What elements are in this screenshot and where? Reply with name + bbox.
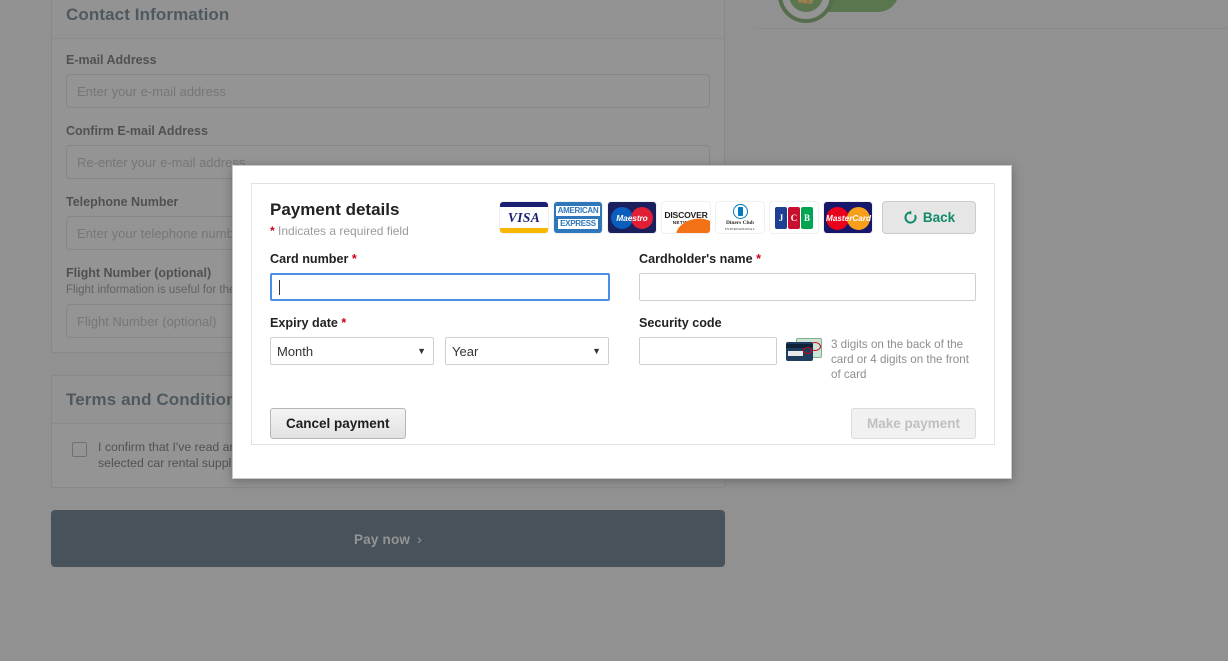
chevron-down-icon: ▼ <box>417 346 426 356</box>
card-number-input[interactable] <box>270 273 610 301</box>
expiry-select-group: Month ▼ Year ▼ <box>270 337 610 365</box>
expiry-date-required-asterisk: * <box>341 316 347 330</box>
mastercard-wordmark: MasterCard <box>826 213 872 223</box>
expiry-month-select[interactable]: Month ▼ <box>270 337 434 365</box>
payment-fields-row-2: Expiry date * Month ▼ Year ▼ Security co… <box>270 316 976 382</box>
american-express-logo: AMERICAN EXPRESS <box>554 202 602 233</box>
cardholder-name-required-asterisk: * <box>756 252 761 266</box>
cancel-payment-button[interactable]: Cancel payment <box>270 408 406 439</box>
make-payment-button[interactable]: Make payment <box>850 408 976 439</box>
mastercard-circles: MasterCard <box>826 205 872 231</box>
cvv-signature-strip <box>788 351 803 356</box>
cardholder-name-label: Cardholder's name * <box>639 252 976 266</box>
maestro-logo: Maestro <box>608 202 656 233</box>
expiry-year-value: Year <box>452 343 479 359</box>
accepted-card-logos: VISA AMERICAN EXPRESS Maestro DISCOVER D… <box>500 201 976 234</box>
back-button[interactable]: Back <box>882 201 976 234</box>
expiry-date-label: Expiry date * <box>270 316 610 330</box>
maestro-wordmark: Maestro <box>616 212 648 223</box>
jcb-logo: J C B <box>770 202 818 233</box>
payment-details-title: Payment details <box>270 200 400 219</box>
card-number-label-text: Card number <box>270 252 349 266</box>
diners-sub: INTERNATIONAL <box>725 227 755 231</box>
text-cursor <box>279 279 280 295</box>
visa-logo: VISA <box>500 202 548 233</box>
payment-modal-footer: Cancel payment Make payment <box>270 408 976 439</box>
visa-top-bar <box>500 202 548 207</box>
security-code-input[interactable] <box>639 337 777 365</box>
required-field-note: * Indicates a required field <box>270 224 409 238</box>
amex-line1: AMERICAN <box>554 205 602 217</box>
security-code-row: 3 digits on the back of the card or 4 di… <box>639 337 976 382</box>
diners-club-logo: Diners Club INTERNATIONAL <box>716 202 764 233</box>
diners-circle-mark <box>732 204 748 219</box>
payment-details-header: Payment details * Indicates a required f… <box>270 200 976 238</box>
cardholder-name-label-text: Cardholder's name <box>639 252 753 266</box>
visa-bottom-bar <box>500 228 548 233</box>
card-number-cell: Card number * <box>270 252 639 301</box>
jcb-bars: J C B <box>775 206 813 229</box>
expiry-month-value: Month <box>277 343 314 359</box>
cardholder-name-input[interactable] <box>639 273 976 301</box>
mastercard-logo: MasterCard <box>824 202 872 233</box>
jcb-letter-j: J <box>775 206 787 229</box>
cvv-back-highlight <box>803 347 812 354</box>
visa-wordmark: VISA <box>507 209 541 225</box>
discover-logo: DISCOVER NETWORK <box>662 202 710 233</box>
cardholder-name-cell: Cardholder's name * <box>639 252 976 301</box>
jcb-letter-c: C <box>788 206 800 229</box>
security-code-label: Security code <box>639 316 722 330</box>
chevron-down-icon: ▼ <box>592 346 601 356</box>
payment-details-panel: Payment details * Indicates a required f… <box>251 183 995 445</box>
expiry-date-cell: Expiry date * Month ▼ Year ▼ <box>270 316 639 382</box>
payment-fields-row-1: Card number * Cardholder's name * <box>270 252 976 301</box>
security-code-cell: Security code 3 digits on the back of th… <box>639 316 976 382</box>
maestro-circles: Maestro <box>610 205 654 231</box>
required-note-text: Indicates a required field <box>278 224 409 238</box>
expiry-date-label-text: Expiry date <box>270 316 338 330</box>
back-button-label: Back <box>922 210 956 225</box>
payment-details-modal: Payment details * Indicates a required f… <box>232 165 1012 479</box>
card-number-label: Card number * <box>270 252 610 266</box>
security-code-help-text: 3 digits on the back of the card or 4 di… <box>831 338 969 381</box>
required-asterisk: * <box>270 224 275 238</box>
cvv-card-icon <box>786 338 822 362</box>
amex-line2: EXPRESS <box>557 218 599 230</box>
card-number-required-asterisk: * <box>351 252 357 266</box>
undo-arrow-icon <box>904 210 917 224</box>
payment-details-heading-block: Payment details * Indicates a required f… <box>270 200 409 238</box>
diners-wordmark: Diners Club <box>725 220 754 226</box>
expiry-year-select[interactable]: Year ▼ <box>445 337 609 365</box>
jcb-letter-b: B <box>801 206 813 229</box>
